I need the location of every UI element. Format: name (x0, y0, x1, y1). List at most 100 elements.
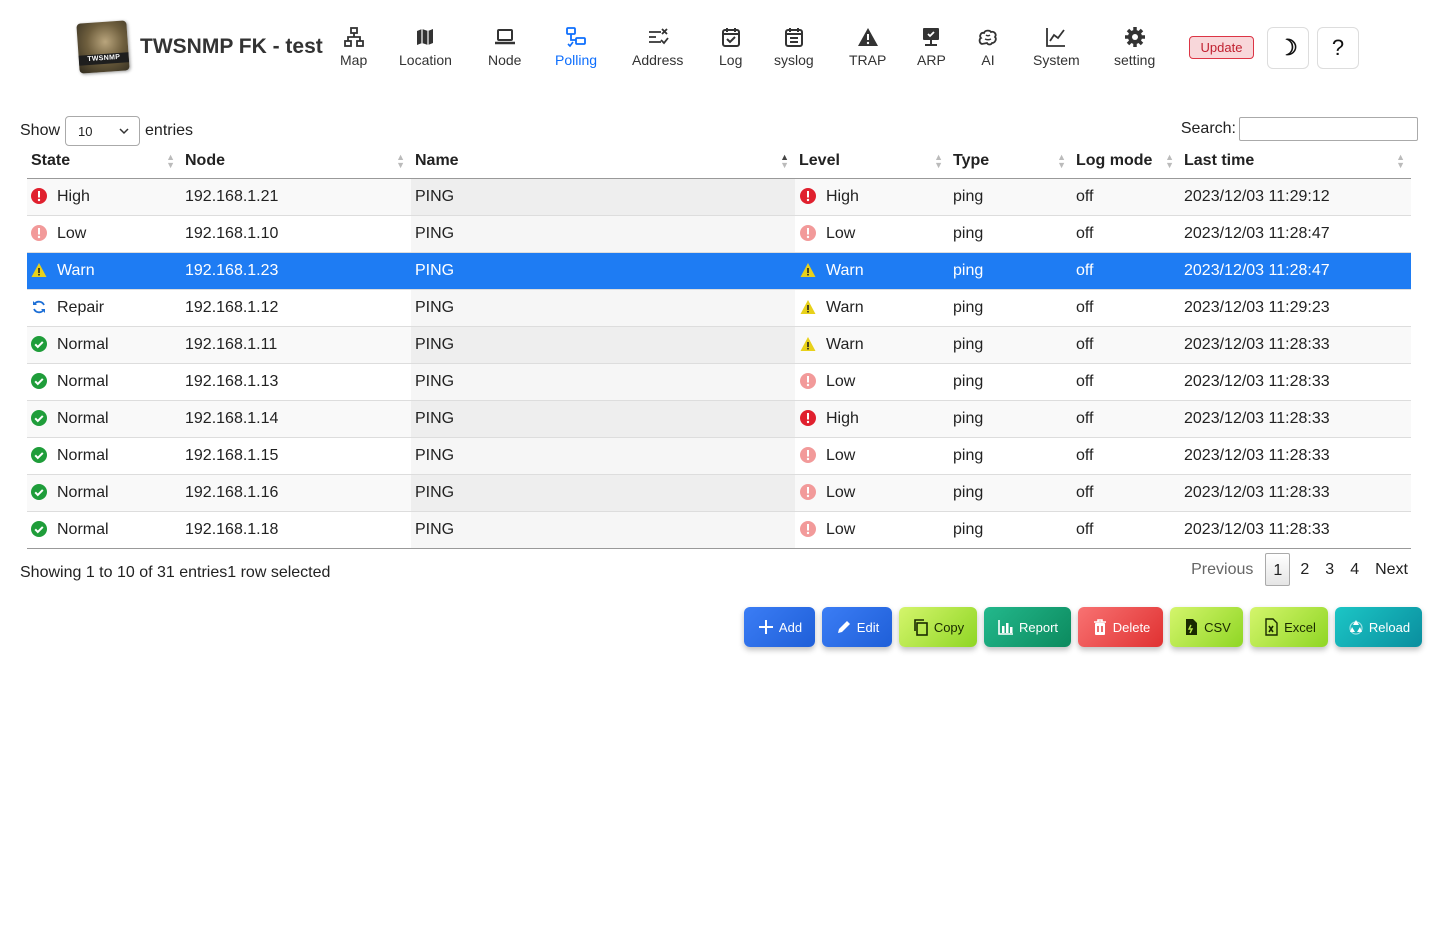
column-header-type[interactable]: Type ▲ ▼ (949, 144, 1072, 179)
check-circle-icon (31, 372, 57, 390)
nav-label: AI (981, 52, 995, 68)
delete-button[interactable]: Delete (1078, 607, 1163, 647)
cell-text: Low (826, 372, 856, 390)
column-header-name[interactable]: Name ▲ ▼ (411, 144, 795, 179)
cell-text: Low (826, 520, 856, 538)
table-row[interactable]: Normal 192.168.1.13 PING Low ping off 2023/12/… (27, 362, 1411, 400)
page-button-2[interactable]: 2 (1294, 553, 1315, 586)
nav-syslog[interactable]: syslog (774, 26, 814, 70)
help-icon: ? (1331, 35, 1345, 60)
column-header-label: Type (953, 151, 990, 169)
cell-state: Warn (27, 251, 181, 289)
table-row[interactable]: Normal 192.168.1.16 PING Low ping off 2023/12/… (27, 473, 1411, 511)
copy-button[interactable]: Copy (899, 607, 977, 647)
table-row[interactable]: Normal 192.168.1.15 PING Low ping off 2023/12/… (27, 436, 1411, 474)
cell-type: ping (949, 510, 1072, 549)
column-header-last-time[interactable]: Last time ▲ ▼ (1180, 144, 1411, 179)
previous-page-button[interactable]: Previous (1185, 553, 1259, 586)
cell-log-mode: off (1072, 510, 1180, 549)
button-label: CSV (1204, 619, 1231, 635)
brand[interactable]: TWSNMP TWSNMP FK - test (76, 20, 323, 74)
cell-text: Normal (57, 409, 109, 427)
calendar-check-icon (721, 28, 740, 47)
column-header-label: State (31, 151, 71, 169)
table-row[interactable]: Normal 192.168.1.14 PING High ping off 2023/12… (27, 399, 1411, 437)
next-page-button[interactable]: Next (1369, 553, 1414, 586)
network-icon (343, 27, 364, 47)
warning-icon (857, 28, 878, 46)
page-button-4[interactable]: 4 (1344, 553, 1365, 586)
cell-level: High (795, 399, 949, 437)
warning-icon (800, 262, 826, 279)
update-button[interactable]: Update (1189, 36, 1254, 59)
table-row[interactable]: Normal 192.168.1.11 PING Warn ping off 2023/12… (27, 325, 1411, 363)
column-header-state[interactable]: State ▲ ▼ (27, 144, 181, 179)
cell-name: PING (411, 251, 795, 289)
sort-icon: ▲ ▼ (1057, 152, 1066, 170)
reload-button[interactable]: Reload (1335, 607, 1422, 647)
cell-state: Normal (27, 362, 181, 400)
table-row[interactable]: High 192.168.1.21 PING High ping off 2023/12/0… (27, 177, 1411, 215)
table-row[interactable]: Repair 192.168.1.12 PING Warn ping off 2023/12… (27, 288, 1411, 326)
table-row[interactable]: Low 192.168.1.10 PING Low ping off 2023/12/03 … (27, 214, 1411, 252)
nav-label: Polling (555, 52, 598, 68)
cell-state: Normal (27, 510, 181, 549)
cell-type: ping (949, 399, 1072, 437)
cell-level: Low (795, 473, 949, 511)
cell-text: Normal (57, 335, 109, 353)
nav-trap[interactable]: TRAP (849, 26, 886, 70)
page-length-control: Show 10 entries (20, 116, 193, 146)
add-button[interactable]: Add (744, 607, 815, 647)
cell-name: PING (411, 362, 795, 400)
cell-log-mode: off (1072, 399, 1180, 437)
csv-button[interactable]: CSV (1170, 607, 1243, 647)
cell-type: ping (949, 473, 1072, 511)
cell-text: Normal (57, 446, 109, 464)
column-header-log-mode[interactable]: Log mode ▲ ▼ (1072, 144, 1180, 179)
page-button-3[interactable]: 3 (1319, 553, 1340, 586)
check-circle-icon (31, 483, 57, 501)
laptop-icon (494, 29, 515, 45)
nav-node[interactable]: Node (488, 26, 521, 70)
column-header-level[interactable]: Level ▲ ▼ (795, 144, 949, 179)
nav-setting[interactable]: setting (1114, 26, 1155, 70)
column-header-node[interactable]: Node ▲ ▼ (181, 144, 411, 179)
nav-log[interactable]: Log (719, 26, 742, 70)
low-alert-icon (800, 520, 826, 538)
column-header-label: Last time (1184, 151, 1255, 169)
cell-text: Normal (57, 483, 109, 501)
page-button-1[interactable]: 1 (1265, 553, 1291, 586)
brain-icon (978, 29, 997, 46)
theme-toggle-button[interactable]: ☽ (1267, 27, 1309, 69)
nav-ai[interactable]: AI (977, 26, 999, 70)
trash-icon (1093, 619, 1106, 635)
nav-address[interactable]: Address (632, 26, 683, 70)
button-label: Edit (856, 619, 880, 635)
cell-state: Repair (27, 288, 181, 326)
logo-text: TWSNMP (78, 52, 130, 66)
edit-button[interactable]: Edit (822, 607, 892, 647)
nav-system[interactable]: System (1033, 26, 1080, 70)
nav-location[interactable]: Location (399, 26, 452, 70)
table-row[interactable]: Warn 192.168.1.23 PING Warn ping off 2023/12/0… (27, 251, 1411, 289)
report-button[interactable]: Report (984, 607, 1071, 647)
warning-icon (800, 336, 826, 353)
cell-node: 192.168.1.23 (181, 251, 411, 289)
search-input[interactable] (1239, 117, 1418, 141)
cell-log-mode: off (1072, 325, 1180, 363)
address-icon (648, 28, 669, 45)
table-row[interactable]: Normal 192.168.1.18 PING Low ping off 2023/12/… (27, 510, 1411, 549)
excel-button[interactable]: Excel (1250, 607, 1328, 647)
nav-polling[interactable]: Polling (555, 26, 597, 70)
nav-arp[interactable]: ARP (917, 26, 946, 70)
nav-map[interactable]: Map (340, 26, 367, 70)
button-label: Delete (1112, 619, 1151, 635)
cell-type: ping (949, 177, 1072, 215)
cell-text: High (826, 187, 859, 205)
page-length-select[interactable]: 10 (65, 116, 141, 146)
help-button[interactable]: ? (1317, 27, 1359, 69)
cell-last-time: 2023/12/03 11:28:33 (1180, 436, 1411, 474)
button-label: Reload (1368, 619, 1411, 635)
search-control: Search: (1181, 117, 1418, 141)
button-label: Excel (1284, 619, 1316, 635)
